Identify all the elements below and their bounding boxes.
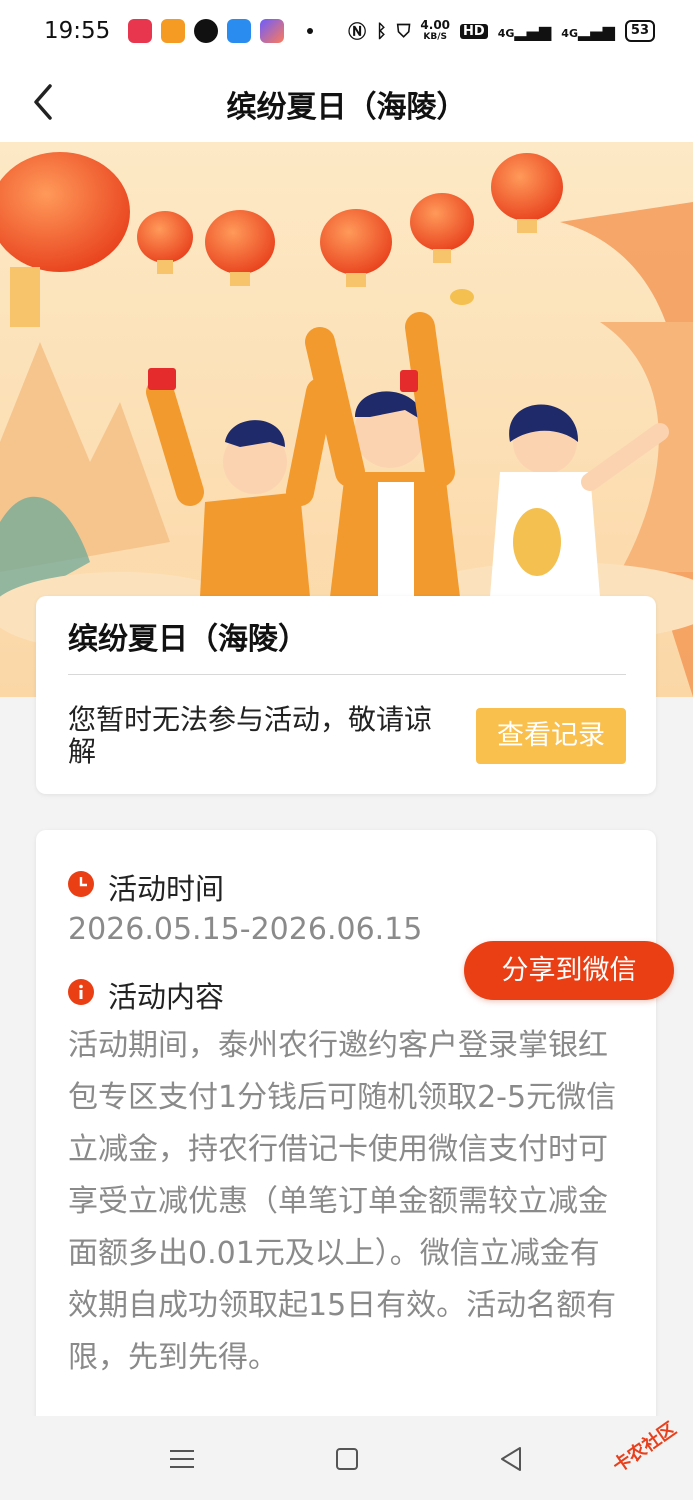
hd-badge: HD: [460, 23, 488, 39]
net-speed-unit: KB/S: [423, 32, 448, 42]
activity-detail-card: 活动时间 2026.05.15-2026.06.15 活动内容 活动期间，泰州农…: [36, 830, 656, 1430]
signal-2-label: 4G: [561, 26, 578, 40]
wallet-icon: [227, 19, 252, 43]
security-icon: ⛉: [396, 20, 411, 42]
clock-icon: [68, 871, 94, 897]
share-to-wechat-button[interactable]: 分享到微信: [464, 941, 674, 1000]
info-icon: [68, 979, 94, 1005]
ineligible-message: 您暂时无法参与活动，敬请谅解: [68, 703, 433, 768]
activity-status-card: 缤纷夏日（海陵） 您暂时无法参与活动，敬请谅解 查看记录: [36, 596, 656, 794]
network-speed: 4.00 KB/S: [420, 19, 450, 43]
activity-time-label: 活动时间: [108, 872, 225, 906]
activity-time-value: 2026.05.15-2026.06.15: [68, 912, 423, 947]
card-title: 缤纷夏日（海陵）: [68, 622, 308, 657]
status-bar: 19:55 Ⓝ ᛒ ⛉ 4.00 KB/S HD 4G▂▄▆ 4G▂▄▆ 53: [0, 0, 693, 62]
shortcut-icon: [260, 19, 285, 43]
signal-1-label: 4G: [497, 26, 515, 40]
page-title: 缤纷夏日（海陵）: [226, 90, 467, 125]
card-divider: [68, 674, 626, 675]
watermark-logo: 卡农社区: [609, 1418, 681, 1477]
signal-1: 4G▂▄▆: [497, 21, 552, 41]
view-records-button[interactable]: 查看记录: [476, 708, 626, 764]
battery-indicator: 53: [624, 20, 655, 42]
app-icon: [161, 19, 186, 43]
activity-content-text: 活动期间，泰州农行邀约客户登录掌银红包专区支付1分钱后可随机领取2-5元微信立减…: [68, 1028, 617, 1375]
activity-content-label: 活动内容: [108, 980, 225, 1014]
home-icon[interactable]: [330, 1442, 364, 1476]
back-triangle-icon[interactable]: [494, 1442, 528, 1476]
telegram-icon: [194, 19, 219, 43]
page-header: 缤纷夏日（海陵）: [0, 62, 693, 142]
more-dot-icon: [307, 28, 314, 34]
svg-text:卡农社区: 卡农社区: [609, 1418, 681, 1477]
status-time: 19:55: [44, 18, 111, 44]
nfc-icon: Ⓝ: [348, 22, 367, 43]
notification-icons: [128, 19, 314, 43]
signal-2: 4G▂▄▆: [561, 21, 615, 41]
bluetooth-icon: ᛒ: [376, 20, 387, 42]
net-speed-value: 4.00: [420, 18, 451, 32]
system-status: Ⓝ ᛒ ⛉ 4.00 KB/S HD 4G▂▄▆ 4G▂▄▆ 53: [348, 18, 655, 44]
music-app-icon: [128, 19, 153, 43]
menu-icon[interactable]: [165, 1442, 199, 1476]
